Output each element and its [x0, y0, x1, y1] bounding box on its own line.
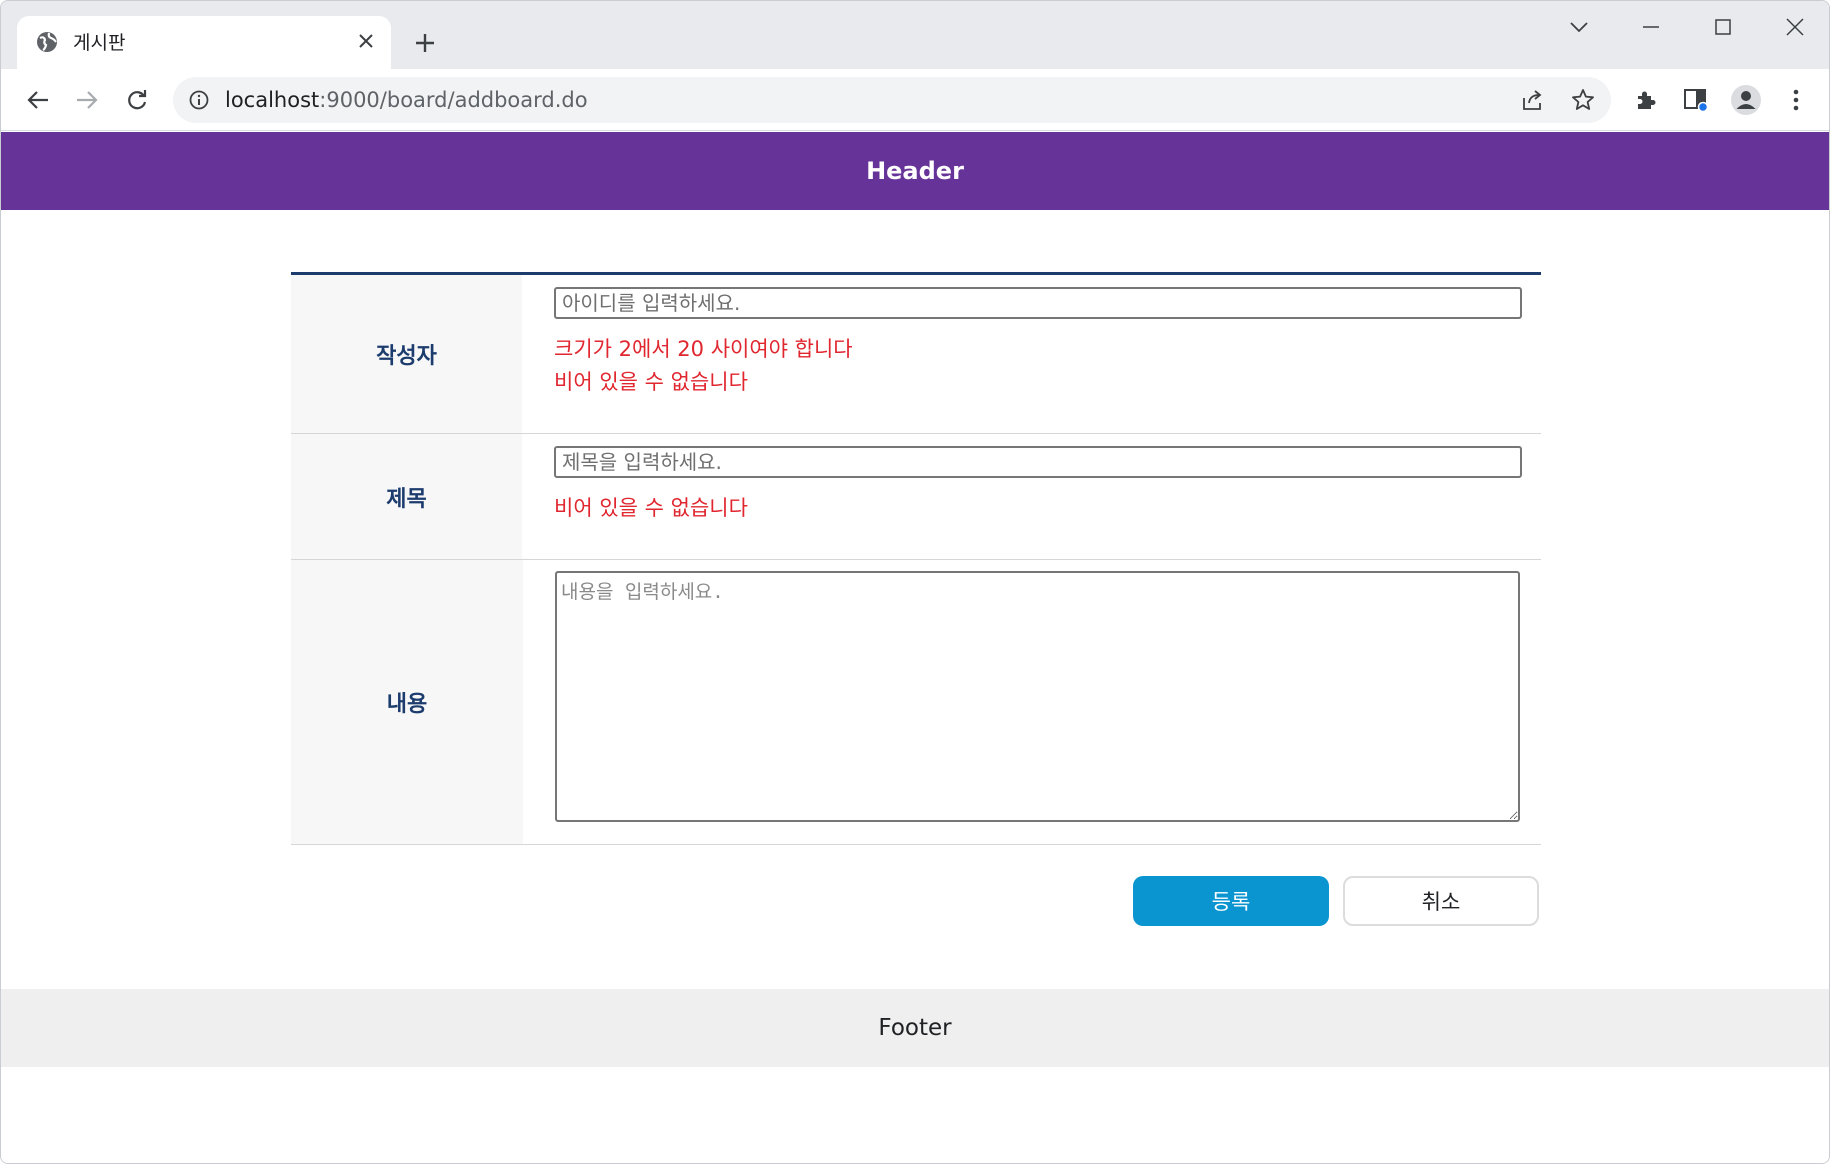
content-label: 내용 — [291, 560, 523, 844]
maximize-icon[interactable] — [1695, 9, 1751, 45]
extensions-icon[interactable] — [1627, 81, 1665, 119]
site-header: Header — [1, 132, 1829, 210]
close-window-icon[interactable] — [1767, 9, 1823, 45]
title-input[interactable] — [554, 446, 1522, 478]
chevron-down-icon[interactable] — [1551, 9, 1607, 45]
back-arrow-icon[interactable] — [19, 81, 57, 119]
site-footer: Footer — [1, 989, 1829, 1067]
title-label: 제목 — [291, 434, 522, 559]
tab-title: 게시판 — [73, 32, 126, 54]
writer-input[interactable] — [554, 287, 1522, 319]
close-icon[interactable] — [353, 28, 379, 54]
writer-error-empty: 비어 있을 수 없습니다 — [554, 370, 748, 394]
side-panel-icon[interactable] — [1677, 81, 1715, 119]
title-error-empty: 비어 있을 수 없습니다 — [554, 496, 748, 520]
minimize-icon[interactable] — [1623, 9, 1679, 45]
address-bar[interactable]: localhost:9000/board/addboard.do — [173, 77, 1611, 123]
page-content: Header 작성자 크기가 2에서 20 사이여야 합니다 비어 있을 수 없… — [1, 132, 1829, 1163]
kebab-menu-icon[interactable] — [1777, 81, 1815, 119]
writer-errors: 크기가 2에서 20 사이여야 합니다 비어 있을 수 없습니다 — [554, 333, 1522, 399]
title-field-cell: 비어 있을 수 없습니다 — [522, 434, 1541, 559]
content-textarea[interactable] — [555, 571, 1520, 822]
title-errors: 비어 있을 수 없습니다 — [554, 492, 1522, 525]
plus-icon[interactable] — [407, 25, 443, 61]
url-host: localhost — [225, 88, 320, 112]
info-icon[interactable] — [187, 88, 211, 112]
globe-favicon-icon — [35, 30, 59, 54]
star-icon[interactable] — [1569, 86, 1597, 114]
url-text: localhost:9000/board/addboard.do — [225, 88, 588, 112]
writer-field-cell: 크기가 2에서 20 사이여야 합니다 비어 있을 수 없습니다 — [522, 275, 1541, 433]
row-title: 제목 비어 있을 수 없습니다 — [291, 434, 1541, 560]
url-path: :9000/board/addboard.do — [319, 88, 588, 112]
writer-error-size: 크기가 2에서 20 사이여야 합니다 — [554, 337, 853, 361]
browser-tab-active[interactable]: 게시판 — [17, 16, 391, 70]
row-content: 내용 — [291, 560, 1541, 845]
browser-window: 게시판 localhost:9000/board/addboard.do Hea… — [0, 0, 1830, 1164]
profile-icon[interactable] — [1727, 81, 1765, 119]
reload-icon[interactable] — [118, 81, 156, 119]
submit-button[interactable]: 등록 — [1133, 876, 1329, 926]
browser-toolbar: localhost:9000/board/addboard.do — [1, 69, 1829, 131]
writer-label: 작성자 — [291, 275, 522, 433]
board-form-table: 작성자 크기가 2에서 20 사이여야 합니다 비어 있을 수 없습니다 제목 … — [291, 272, 1541, 845]
share-icon[interactable] — [1519, 86, 1547, 114]
content-field-cell — [523, 560, 1541, 844]
row-writer: 작성자 크기가 2에서 20 사이여야 합니다 비어 있을 수 없습니다 — [291, 275, 1541, 434]
tab-strip: 게시판 — [1, 1, 1829, 70]
cancel-button[interactable]: 취소 — [1343, 876, 1539, 926]
forward-arrow-icon[interactable] — [68, 81, 106, 119]
